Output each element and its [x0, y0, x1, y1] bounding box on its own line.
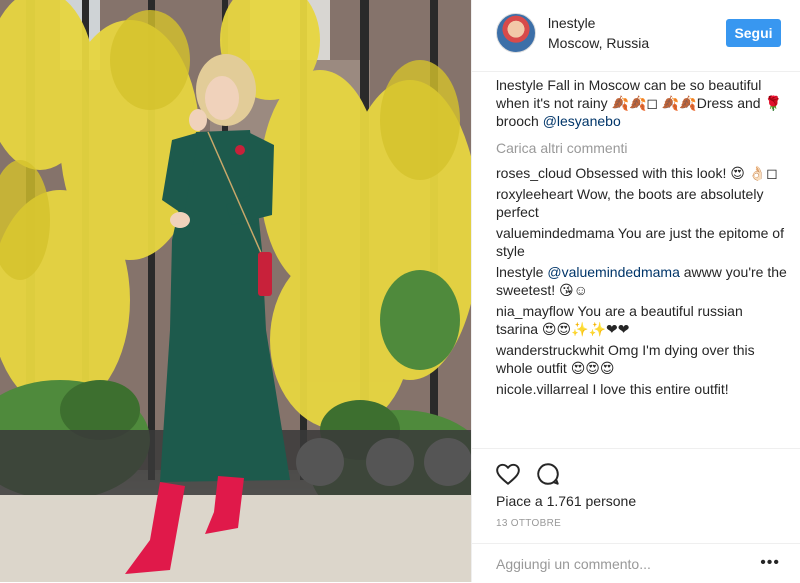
post-actions: Piace a 1.761 persone 13 OTTOBRE •••: [472, 448, 800, 582]
comments-section: lnestyle Fall in Moscow can be so beauti…: [496, 76, 788, 401]
post-author-username[interactable]: lnestyle: [548, 15, 595, 31]
caption-mention[interactable]: @lesyanebo: [543, 113, 621, 129]
more-options-icon[interactable]: •••: [760, 554, 780, 572]
speech-bubble-icon[interactable]: [535, 461, 561, 487]
post-header: lnestyle Moscow, Russia Segui: [472, 0, 800, 72]
comment-username[interactable]: roses_cloud: [496, 165, 572, 181]
load-more-comments-link[interactable]: Carica altri commenti: [496, 139, 788, 157]
follow-button[interactable]: Segui: [726, 19, 781, 47]
avatar[interactable]: [496, 13, 536, 53]
comment-item: nia_mayflow You are a beautiful russian …: [496, 302, 788, 338]
photo-illustration: [0, 0, 471, 582]
comment-username[interactable]: roxyleeheart: [496, 186, 573, 202]
likes-count[interactable]: Piace a 1.761 persone: [496, 493, 636, 509]
post-photo[interactable]: [0, 0, 471, 582]
comment-text: I love this entire outfit!: [588, 381, 729, 397]
comment-item: roses_cloud Obsessed with this look! 😍 👌…: [496, 164, 788, 182]
comment-username[interactable]: nicole.villarreal: [496, 381, 589, 397]
comment-item: roxyleeheart Wow, the boots are absolute…: [496, 185, 788, 221]
comment-username[interactable]: nia_mayflow: [496, 303, 574, 319]
post-date[interactable]: 13 OTTOBRE: [496, 518, 561, 529]
comment-item: valuemindedmama You are just the epitome…: [496, 224, 788, 260]
comment-item: lnestyle @valuemindedmama awww you're th…: [496, 263, 788, 299]
comment-input[interactable]: [496, 556, 726, 572]
post-location[interactable]: Moscow, Russia: [548, 35, 649, 51]
heart-icon[interactable]: [495, 461, 521, 487]
post-sidebar: lnestyle Moscow, Russia Segui lnestyle F…: [471, 0, 800, 582]
comment-username[interactable]: wanderstruckwhit: [496, 342, 604, 358]
comment-item: nicole.villarreal I love this entire out…: [496, 380, 788, 398]
comment-username[interactable]: lnestyle: [496, 264, 543, 280]
caption-username[interactable]: lnestyle: [496, 77, 543, 93]
comment-username[interactable]: valuemindedmama: [496, 225, 614, 241]
comment-item: wanderstruckwhit Omg I'm dying over this…: [496, 341, 788, 377]
post-caption: lnestyle Fall in Moscow can be so beauti…: [496, 76, 788, 130]
comment-text: Obsessed with this look! 😍 👌🏻◻: [571, 165, 778, 181]
add-comment-row: •••: [472, 543, 800, 583]
comment-mention[interactable]: @valuemindedmama: [543, 264, 680, 280]
